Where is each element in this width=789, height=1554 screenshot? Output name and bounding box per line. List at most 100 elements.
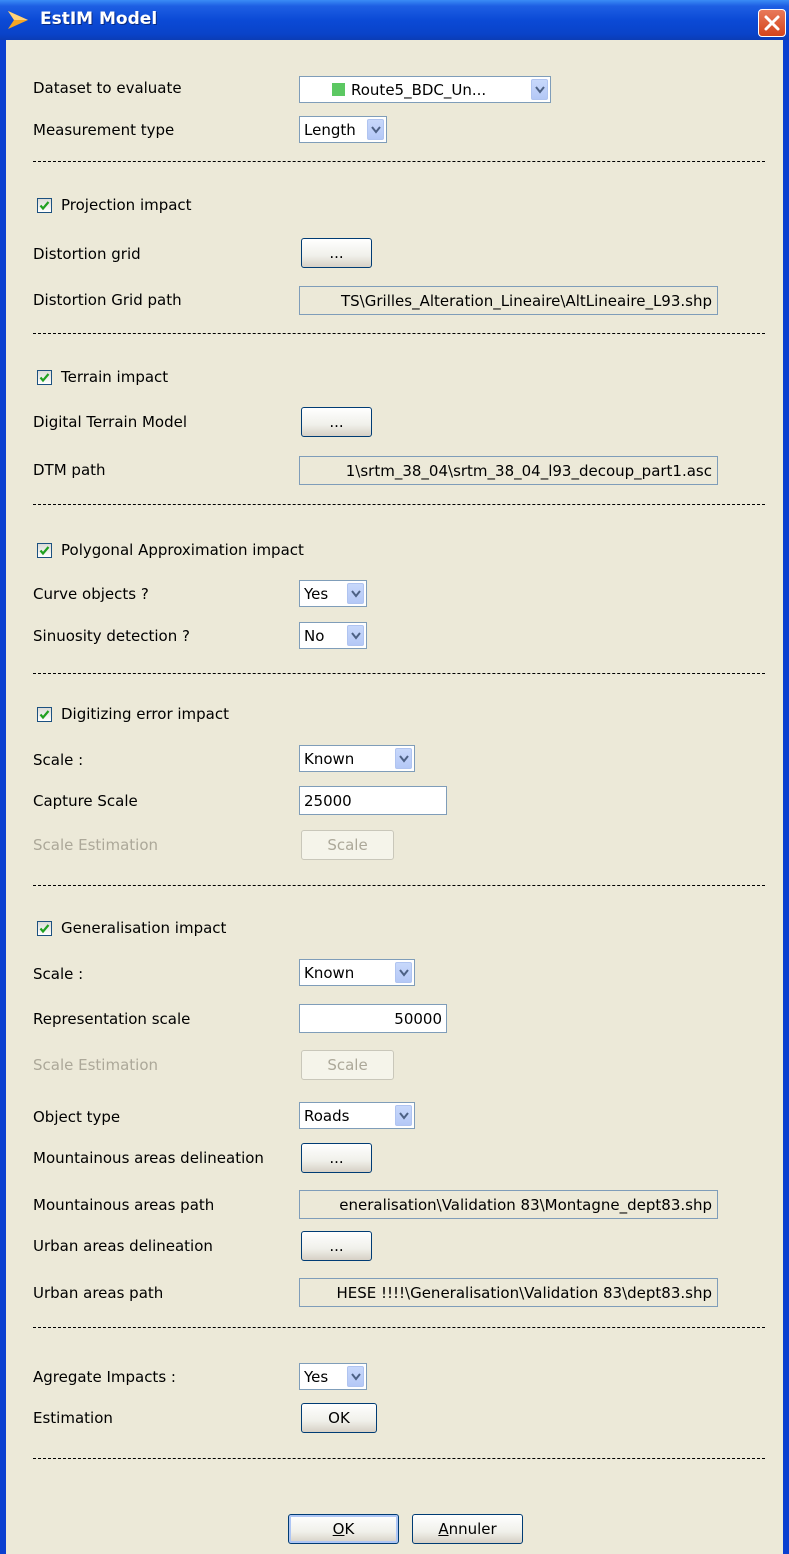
chevron-down-icon[interactable] xyxy=(347,583,364,604)
urban-areas-browse-button[interactable]: ... xyxy=(301,1231,372,1261)
chevron-down-icon[interactable] xyxy=(347,625,364,646)
separator xyxy=(33,1327,765,1328)
polygonal-checkbox-label[interactable]: Polygonal Approximation impact xyxy=(61,541,304,559)
digitizing-scale-value: Known xyxy=(304,750,355,768)
dtm-path-value: 1\srtm_38_04\srtm_38_04_l93_decoup_part1… xyxy=(345,462,712,480)
representation-scale-label: Representation scale xyxy=(33,1010,191,1028)
digitizing-scale-select[interactable]: Known xyxy=(299,745,415,772)
chevron-down-icon[interactable] xyxy=(395,748,412,769)
dtm-browse-button[interactable]: ... xyxy=(301,407,372,437)
polygonal-checkbox[interactable] xyxy=(37,543,52,558)
sinuosity-label: Sinuosity detection ? xyxy=(33,627,190,645)
object-type-value: Roads xyxy=(304,1107,350,1125)
title-bar[interactable]: EstIM Model xyxy=(0,0,789,40)
mountainous-path-label: Mountainous areas path xyxy=(33,1196,215,1214)
capture-scale-input[interactable]: 25000 xyxy=(299,786,447,815)
ok-button[interactable]: OK xyxy=(288,1514,399,1544)
close-icon xyxy=(764,15,780,31)
urban-path-field: HESE !!!!\Generalisation\Validation 83\d… xyxy=(299,1278,718,1307)
generalisation-scale-estimation-label: Scale Estimation xyxy=(33,1056,159,1074)
dialog-window: EstIM Model Dataset to evaluate Route5_B… xyxy=(0,0,789,1554)
sinuosity-value: No xyxy=(304,627,325,645)
dtm-path-field: 1\srtm_38_04\srtm_38_04_l93_decoup_part1… xyxy=(299,456,718,485)
dataset-select[interactable]: Route5_BDC_Un... xyxy=(299,76,551,103)
aggregate-impacts-value: Yes xyxy=(304,1368,329,1386)
chevron-down-icon[interactable] xyxy=(395,962,412,983)
projection-checkbox-label[interactable]: Projection impact xyxy=(61,196,192,214)
dataset-value: Route5_BDC_Un... xyxy=(351,81,487,99)
terrain-checkbox-label[interactable]: Terrain impact xyxy=(61,368,168,386)
curve-objects-label: Curve objects ? xyxy=(33,585,149,603)
cancel-mnemonic: A xyxy=(438,1520,449,1538)
distortion-grid-label: Distortion grid xyxy=(33,245,141,263)
aggregate-impacts-label: Agregate Impacts : xyxy=(33,1368,176,1386)
mountainous-areas-browse-button[interactable]: ... xyxy=(301,1143,372,1173)
generalisation-scale-label: Scale : xyxy=(33,965,84,983)
cancel-button[interactable]: Annuler xyxy=(412,1514,523,1544)
projection-checkbox[interactable] xyxy=(37,198,52,213)
checkmark-icon xyxy=(39,373,50,383)
digitizing-scale-label: Scale : xyxy=(33,751,84,769)
separator xyxy=(33,1458,765,1459)
dtm-label: Digital Terrain Model xyxy=(33,413,187,431)
dataset-label: Dataset to evaluate xyxy=(33,79,182,97)
close-button[interactable] xyxy=(758,9,786,37)
chevron-down-icon[interactable] xyxy=(395,1105,412,1126)
generalisation-scale-select[interactable]: Known xyxy=(299,959,415,986)
urban-path-value: HESE !!!!\Generalisation\Validation 83\d… xyxy=(336,1284,712,1302)
ok-mnemonic: O xyxy=(332,1520,345,1538)
distortion-grid-path-value: TS\Grilles_Alteration_Lineaire\AltLineai… xyxy=(341,292,712,310)
distortion-grid-path-label: Distortion Grid path xyxy=(33,291,182,309)
terrain-checkbox[interactable] xyxy=(37,370,52,385)
measurement-value: Length xyxy=(304,121,356,139)
generalisation-scale-value: Known xyxy=(304,964,355,982)
measurement-label: Measurement type xyxy=(33,121,175,139)
chevron-down-icon[interactable] xyxy=(367,119,384,140)
dialog-content: Dataset to evaluate Route5_BDC_Un... Mea… xyxy=(6,40,783,1554)
digitizing-checkbox[interactable] xyxy=(37,707,52,722)
chevron-down-icon[interactable] xyxy=(531,79,548,100)
mountainous-areas-label: Mountainous areas delineation xyxy=(33,1149,264,1167)
representation-scale-input[interactable]: 50000 xyxy=(299,1004,447,1033)
cancel-label-rest: nnuler xyxy=(448,1520,497,1538)
distortion-grid-browse-button[interactable]: ... xyxy=(301,238,372,268)
estimation-ok-button[interactable]: OK xyxy=(301,1403,377,1433)
sinuosity-select[interactable]: No xyxy=(299,622,367,649)
separator xyxy=(33,333,765,334)
digitizing-scale-estimation-label: Scale Estimation xyxy=(33,836,159,854)
measurement-select[interactable]: Length xyxy=(299,116,387,143)
separator xyxy=(33,161,765,162)
checkmark-icon xyxy=(39,546,50,556)
separator xyxy=(33,673,765,674)
capture-scale-label: Capture Scale xyxy=(33,792,138,810)
representation-scale-value: 50000 xyxy=(394,1010,442,1028)
checkmark-icon xyxy=(39,924,50,934)
distortion-grid-path-field: TS\Grilles_Alteration_Lineaire\AltLineai… xyxy=(299,286,718,315)
separator xyxy=(33,504,765,505)
mountainous-path-field: eneralisation\Validation 83\Montagne_dep… xyxy=(299,1190,718,1219)
object-type-label: Object type xyxy=(33,1108,121,1126)
window-title: EstIM Model xyxy=(40,9,158,29)
digitizing-checkbox-label[interactable]: Digitizing error impact xyxy=(61,705,229,723)
generalisation-scale-button[interactable]: Scale xyxy=(301,1050,394,1080)
curve-objects-value: Yes xyxy=(304,585,329,603)
digitizing-scale-button[interactable]: Scale xyxy=(301,830,394,860)
generalisation-checkbox[interactable] xyxy=(37,921,52,936)
object-type-select[interactable]: Roads xyxy=(299,1102,415,1129)
curve-objects-select[interactable]: Yes xyxy=(299,580,367,607)
separator xyxy=(33,885,765,886)
chevron-down-icon[interactable] xyxy=(347,1366,364,1387)
ok-label-rest: K xyxy=(344,1520,355,1538)
generalisation-checkbox-label[interactable]: Generalisation impact xyxy=(61,919,226,937)
checkmark-icon xyxy=(39,201,50,211)
urban-path-label: Urban areas path xyxy=(33,1284,164,1302)
aggregate-impacts-select[interactable]: Yes xyxy=(299,1363,367,1390)
app-logo-icon xyxy=(8,11,28,29)
mountainous-path-value: eneralisation\Validation 83\Montagne_dep… xyxy=(339,1196,712,1214)
estimation-label: Estimation xyxy=(33,1409,113,1427)
dataset-color-swatch xyxy=(332,83,345,96)
urban-areas-label: Urban areas delineation xyxy=(33,1237,213,1255)
capture-scale-value: 25000 xyxy=(304,792,352,810)
dtm-path-label: DTM path xyxy=(33,461,106,479)
checkmark-icon xyxy=(39,710,50,720)
